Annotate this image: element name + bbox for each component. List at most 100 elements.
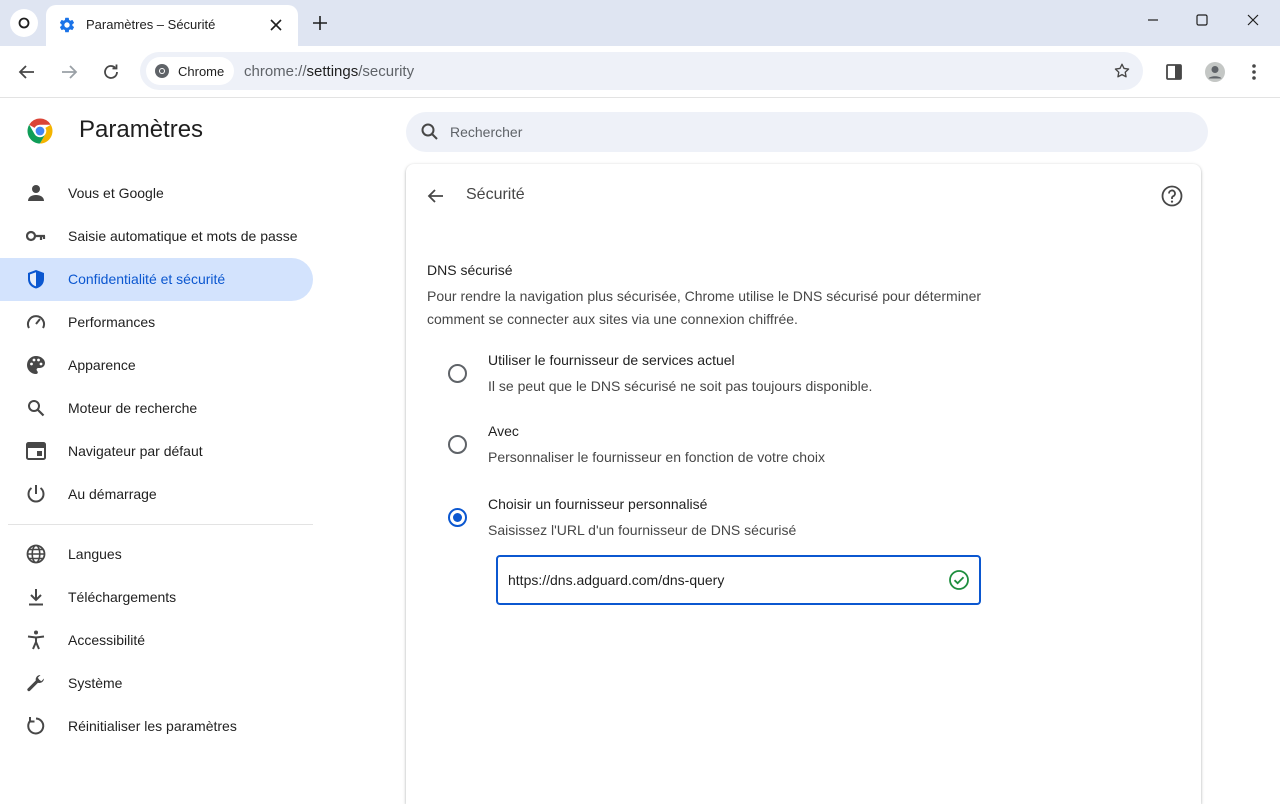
window-close-button[interactable] [1238, 8, 1268, 32]
shield-icon [26, 269, 46, 289]
minimize-icon [1148, 19, 1158, 21]
custom-dns-url-field[interactable] [496, 555, 981, 605]
option-label: Utiliser le fournisseur de services actu… [488, 352, 735, 368]
dns-option-custom-provider[interactable]: Choisir un fournisseur personnalisé Sais… [446, 496, 1146, 546]
power-icon [26, 484, 46, 504]
sidebar-item-privacy-security[interactable]: Confidentialité et sécurité [0, 258, 313, 301]
chrome-logo-icon [27, 118, 53, 144]
dns-option-current-provider[interactable]: Utiliser le fournisseur de services actu… [446, 352, 1146, 402]
avatar-icon [1205, 62, 1225, 82]
dns-option-avec[interactable]: Avec Personnaliser le fournisseur en fon… [446, 423, 1146, 473]
option-sublabel: Personnaliser le fournisseur en fonction… [488, 449, 825, 465]
back-arrow-button[interactable] [424, 184, 448, 208]
help-icon [1161, 185, 1183, 207]
sidebar-item-label: Accessibilité [68, 632, 146, 648]
check-circle-icon [949, 570, 969, 590]
sidebar-item-autofill[interactable]: Saisie automatique et mots de passe [0, 215, 313, 258]
help-button[interactable] [1159, 183, 1185, 209]
maximize-button[interactable] [1187, 8, 1217, 32]
sidebar-item-system[interactable]: Système [0, 662, 313, 705]
reset-icon [26, 716, 46, 736]
sidebar-divider [8, 524, 313, 525]
tab-search-icon [18, 17, 30, 29]
site-info-chip[interactable]: Chrome [146, 57, 235, 85]
sidebar-item-on-startup[interactable]: Au démarrage [0, 473, 313, 516]
radio-button-selected[interactable] [448, 508, 467, 527]
sidebar-item-label: Système [68, 675, 123, 691]
option-sublabel: Il se peut que le DNS sécurisé ne soit p… [488, 378, 873, 394]
profile-button[interactable] [1201, 58, 1229, 86]
sidebar-item-accessibility[interactable]: Accessibilité [0, 619, 313, 662]
tab-strip: Paramètres – Sécurité [0, 0, 1280, 46]
menu-button[interactable] [1240, 58, 1268, 86]
palette-icon [26, 355, 46, 375]
sidebar-item-downloads[interactable]: Téléchargements [0, 576, 313, 619]
address-bar[interactable]: Chrome chrome://settings/security [140, 52, 1143, 90]
settings-search[interactable] [406, 112, 1208, 152]
dns-section-title: DNS sécurisé [427, 262, 513, 278]
star-icon [1114, 63, 1130, 78]
sidebar-item-label: Saisie automatique et mots de passe [68, 228, 298, 244]
back-button[interactable] [13, 58, 41, 86]
active-tab[interactable]: Paramètres – Sécurité [46, 5, 298, 46]
more-vert-icon [1252, 64, 1256, 80]
sidebar-item-languages[interactable]: Langues [0, 533, 313, 576]
accessibility-icon [26, 630, 46, 650]
plus-icon [313, 16, 327, 30]
minimize-button[interactable] [1138, 8, 1168, 32]
sidebar-item-label: Langues [68, 546, 122, 562]
side-panel-button[interactable] [1160, 58, 1188, 86]
search-icon [26, 398, 46, 418]
sidebar-item-label: Au démarrage [68, 486, 157, 502]
sidebar-item-label: Apparence [68, 357, 136, 373]
globe-icon [26, 544, 46, 564]
reload-button[interactable] [97, 58, 125, 86]
dns-section-description: Pour rendre la navigation plus sécurisée… [427, 288, 982, 327]
page-title: Sécurité [466, 186, 525, 203]
radio-button[interactable] [448, 364, 467, 383]
sidebar-item-you-and-google[interactable]: Vous et Google [0, 172, 313, 215]
close-icon [270, 19, 282, 31]
sidebar-item-label: Réinitialiser les paramètres [68, 718, 237, 734]
settings-gear-icon [59, 17, 75, 33]
settings-search-input[interactable] [450, 112, 1190, 152]
arrow-back-icon [427, 189, 443, 203]
sidebar-item-label: Performances [68, 314, 156, 330]
new-tab-button[interactable] [308, 11, 332, 35]
download-icon [26, 587, 46, 607]
tab-search-button[interactable] [10, 9, 38, 37]
reload-icon [104, 64, 118, 79]
arrow-forward-icon [62, 65, 78, 79]
sidebar-item-reset-settings[interactable]: Réinitialiser les paramètres [0, 705, 313, 748]
wrench-icon [26, 673, 46, 693]
option-sublabel: Saisissez l'URL d'un fournisseur de DNS … [488, 522, 797, 538]
forward-button[interactable] [55, 58, 83, 86]
bookmark-button[interactable] [1111, 60, 1133, 82]
maximize-icon [1196, 14, 1208, 26]
side-panel-icon [1166, 64, 1182, 80]
url-text[interactable]: chrome://settings/security [244, 63, 414, 80]
person-icon [26, 183, 46, 203]
option-label: Avec [488, 423, 519, 439]
key-icon [26, 226, 46, 246]
custom-dns-url-input[interactable] [508, 557, 928, 603]
sidebar-item-label: Moteur de recherche [68, 400, 198, 416]
sidebar-item-appearance[interactable]: Apparence [0, 344, 313, 387]
sidebar-item-label: Navigateur par défaut [68, 443, 203, 459]
search-icon [421, 123, 438, 140]
arrow-back-icon [18, 65, 34, 79]
tab-close-button[interactable] [266, 15, 286, 35]
sidebar-item-default-browser[interactable]: Navigateur par défaut [0, 430, 313, 473]
speedometer-icon [26, 312, 46, 332]
sidebar-item-search-engine[interactable]: Moteur de recherche [0, 387, 313, 430]
browser-window-icon [26, 441, 46, 461]
browser-toolbar: Chrome chrome://settings/security [0, 46, 1280, 98]
security-settings-card: Sécurité DNS sécurisé Pour rendre la nav… [406, 164, 1201, 804]
chip-label: Chrome [178, 63, 225, 79]
sidebar-item-performance[interactable]: Performances [0, 301, 313, 344]
sidebar-item-label: Vous et Google [68, 185, 164, 201]
tab-title: Paramètres – Sécurité [86, 17, 216, 32]
option-label: Choisir un fournisseur personnalisé [488, 496, 708, 512]
radio-button[interactable] [448, 435, 467, 454]
settings-title: Paramètres [79, 116, 204, 143]
